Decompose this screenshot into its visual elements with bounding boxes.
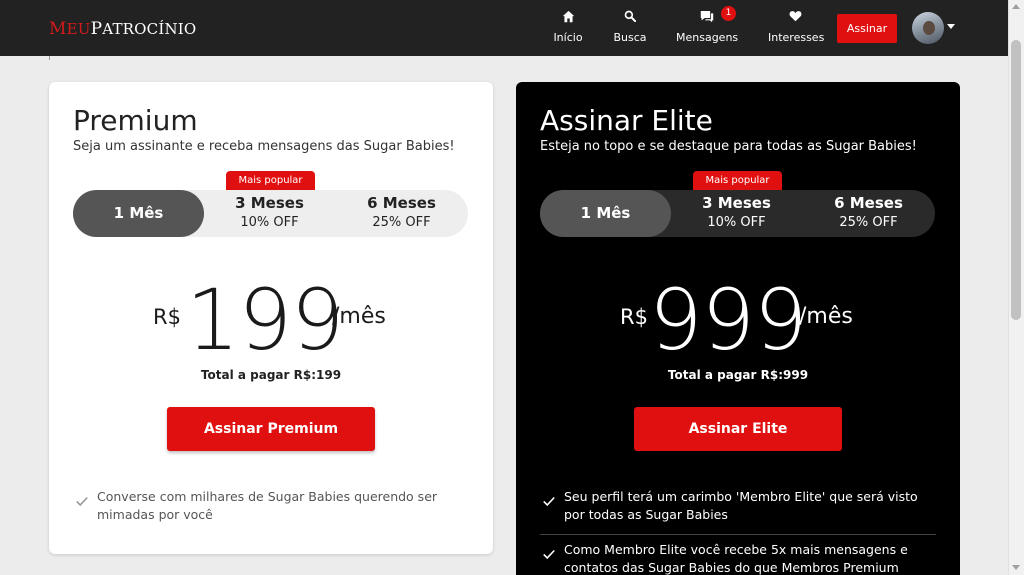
- elite-price: R$ 999 /mês: [516, 275, 960, 365]
- nav-interesses[interactable]: Interesses: [768, 10, 825, 46]
- price-period: /mês: [799, 304, 853, 329]
- elite-option-6-meses[interactable]: 6 Meses 25% OFF: [803, 190, 934, 237]
- top-navbar: MEUPATROCÍNIO Início Busca 1 Mensagens I…: [0, 0, 1008, 56]
- site-logo[interactable]: MEUPATROCÍNIO: [49, 19, 196, 39]
- elite-option-1-mes[interactable]: 1 Mês: [540, 190, 671, 237]
- check-icon: [76, 496, 88, 507]
- logo-initial-m: M: [49, 19, 67, 39]
- popular-badge: Mais popular: [226, 171, 315, 190]
- subscribe-button[interactable]: Assinar: [837, 14, 897, 43]
- price-period: /mês: [332, 304, 386, 329]
- popular-badge: Mais popular: [693, 171, 782, 190]
- scroll-down-arrow-icon[interactable]: [1012, 565, 1020, 570]
- elite-duration-toggle: 1 Mês 3 Meses 10% OFF 6 Meses 25% OFF: [540, 190, 935, 237]
- option-discount: 25% OFF: [372, 215, 431, 230]
- nav-interesses-label: Interesses: [768, 31, 825, 44]
- option-name: 6 Meses: [367, 194, 436, 212]
- feature-text: Converse com milhares de Sugar Babies qu…: [97, 489, 438, 522]
- option-discount: 10% OFF: [707, 215, 766, 230]
- premium-subtitle: Seja um assinante e receba mensagens das…: [73, 139, 455, 154]
- option-name: 6 Meses: [834, 194, 903, 212]
- premium-option-3-meses[interactable]: 3 Meses 10% OFF: [204, 190, 335, 237]
- nav-mensagens[interactable]: 1 Mensagens: [676, 6, 739, 46]
- nav-inicio[interactable]: Início: [548, 10, 588, 46]
- price-currency: R$: [620, 305, 648, 329]
- premium-duration-toggle: 1 Mês 3 Meses 10% OFF 6 Meses 25% OFF: [73, 190, 468, 237]
- elite-feature-item: Seu perfil terá um carimbo 'Membro Elite…: [540, 488, 936, 535]
- premium-price: R$ 199 /mês: [49, 275, 493, 365]
- logo-text-eu: EU: [66, 20, 91, 38]
- avatar[interactable]: [912, 12, 944, 44]
- feature-text: Seu perfil terá um carimbo 'Membro Elite…: [564, 489, 918, 522]
- feature-text: Como Membro Elite você recebe 5x mais me…: [564, 542, 908, 575]
- logo-text-atrocinio: ATROCÍNIO: [102, 20, 197, 38]
- page-edge-mark: [49, 56, 50, 60]
- option-discount: 25% OFF: [839, 215, 898, 230]
- heart-icon: [768, 10, 822, 27]
- scroll-up-arrow-icon[interactable]: [1012, 4, 1020, 9]
- option-name: 3 Meses: [235, 194, 304, 212]
- subscribe-elite-button[interactable]: Assinar Elite: [634, 407, 842, 451]
- premium-feature-item: Converse com milhares de Sugar Babies qu…: [73, 488, 469, 524]
- search-icon: [610, 10, 650, 27]
- subscribe-premium-button[interactable]: Assinar Premium: [167, 407, 375, 451]
- check-icon: [543, 496, 555, 507]
- price-amount: 199: [186, 271, 344, 369]
- nav-busca-label: Busca: [613, 31, 647, 44]
- premium-plan-card: Premium Seja um assinante e receba mensa…: [49, 82, 493, 554]
- premium-total: Total a pagar R$:199: [200, 368, 342, 382]
- elite-total: Total a pagar R$:999: [667, 368, 809, 382]
- messages-badge: 1: [721, 6, 736, 21]
- option-name: 3 Meses: [702, 194, 771, 212]
- nav-mensagens-label: Mensagens: [676, 31, 739, 44]
- home-icon: [548, 10, 588, 27]
- elite-title: Assinar Elite: [540, 104, 713, 137]
- price-amount: 999: [649, 271, 807, 369]
- elite-plan-card: Assinar Elite Esteja no topo e se destaq…: [516, 82, 960, 575]
- chevron-down-icon[interactable]: [947, 24, 955, 29]
- option-name: 1 Mês: [113, 204, 164, 222]
- nav-busca[interactable]: Busca: [610, 10, 650, 46]
- option-discount: 10% OFF: [240, 215, 299, 230]
- check-icon: [543, 549, 555, 560]
- price-currency: R$: [153, 305, 181, 329]
- premium-option-1-mes[interactable]: 1 Mês: [73, 190, 204, 237]
- elite-subtitle: Esteja no topo e se destaque para todas …: [540, 139, 917, 154]
- premium-option-6-meses[interactable]: 6 Meses 25% OFF: [336, 190, 467, 237]
- scrollbar-thumb[interactable]: [1011, 40, 1021, 320]
- logo-initial-p: P: [90, 19, 103, 39]
- premium-title: Premium: [73, 104, 198, 137]
- elite-feature-item: Como Membro Elite você recebe 5x mais me…: [540, 541, 936, 575]
- elite-option-3-meses[interactable]: 3 Meses 10% OFF: [671, 190, 802, 237]
- option-name: 1 Mês: [580, 204, 631, 222]
- nav-inicio-label: Início: [553, 31, 583, 44]
